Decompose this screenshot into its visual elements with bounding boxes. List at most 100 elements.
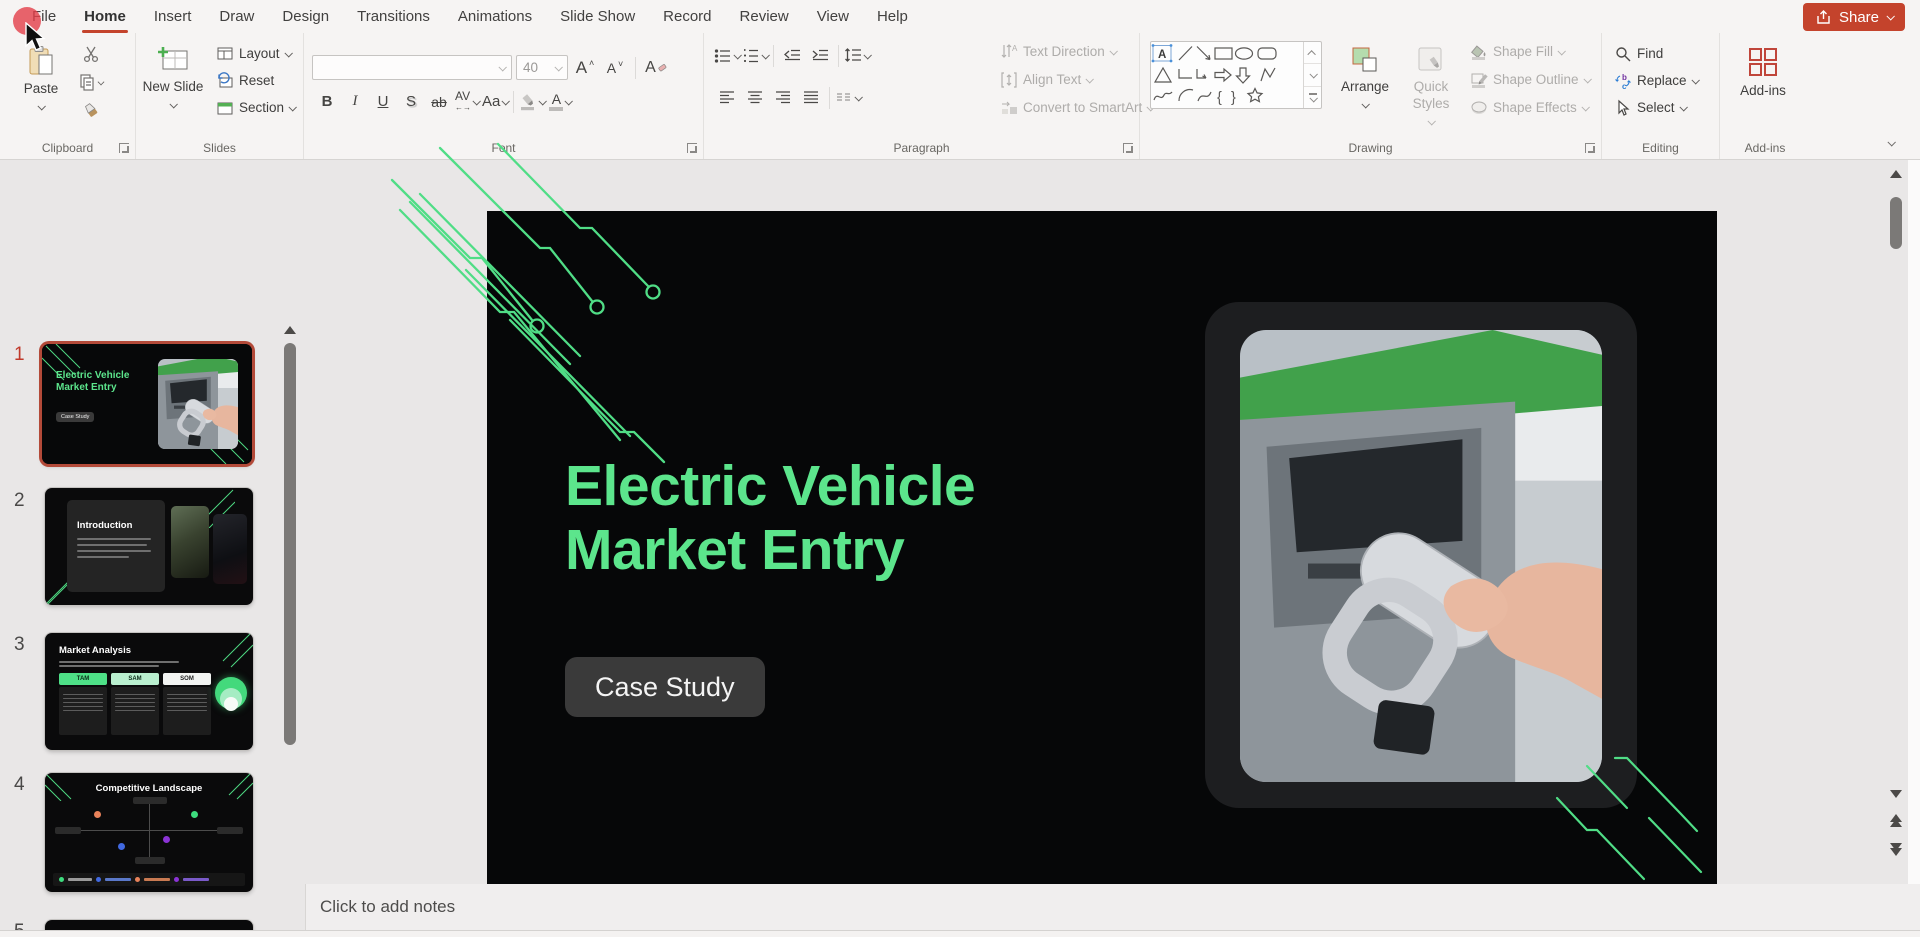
new-slide-dropdown-icon[interactable] <box>169 100 177 108</box>
line-spacing-button[interactable] <box>844 43 870 68</box>
thumbnail-scrollbar[interactable] <box>284 343 296 745</box>
tab-insert[interactable]: Insert <box>140 0 206 33</box>
align-right-button[interactable] <box>770 85 796 110</box>
align-text-button[interactable]: Align Text <box>996 67 1157 92</box>
bold-button[interactable]: B <box>314 89 340 114</box>
columns-button[interactable] <box>835 85 861 110</box>
cut-button[interactable] <box>78 41 104 66</box>
shape-fill-icon <box>1470 43 1488 61</box>
italic-button[interactable]: I <box>342 89 368 114</box>
drawing-dialog-launcher[interactable] <box>1585 143 1595 153</box>
bullets-button[interactable] <box>714 43 740 68</box>
shapes-scroll-up[interactable] <box>1304 42 1321 64</box>
character-spacing-button[interactable]: AV←→ <box>454 89 480 114</box>
notes-pane[interactable]: Click to add notes <box>305 884 1920 930</box>
slide-number-2: 2 <box>14 490 25 512</box>
case-study-badge[interactable]: Case Study <box>565 657 765 717</box>
font-name-combo[interactable] <box>312 55 512 80</box>
next-slide-button[interactable] <box>1890 843 1902 856</box>
arrange-button[interactable]: Arrange <box>1332 37 1398 141</box>
slide-thumbnail-2[interactable]: Introduction <box>45 488 253 605</box>
change-case-button[interactable]: Aa <box>482 89 508 114</box>
previous-slide-button[interactable] <box>1890 814 1902 827</box>
tab-help[interactable]: Help <box>863 0 922 33</box>
font-size-combo[interactable]: 40 <box>516 55 568 80</box>
increase-font-size-button[interactable]: A˄ <box>572 55 598 80</box>
svg-text:{: { <box>1217 90 1222 106</box>
replace-button[interactable]: bc Replace <box>1610 68 1702 93</box>
increase-indent-button[interactable] <box>807 43 833 68</box>
tab-design[interactable]: Design <box>268 0 343 33</box>
thumb3-title: Market Analysis <box>59 645 131 656</box>
reset-button[interactable]: Reset <box>212 68 278 93</box>
section-button[interactable]: Section <box>212 95 299 120</box>
clear-formatting-button[interactable]: A <box>643 55 669 80</box>
group-editing: Find bc Replace Select Editing <box>1602 33 1720 159</box>
decrease-indent-icon <box>783 47 801 65</box>
shapes-icons: A { } <box>1151 42 1303 108</box>
paste-dropdown-icon[interactable] <box>37 102 45 110</box>
shape-fill-button[interactable]: Shape Fill <box>1466 39 1594 64</box>
numbering-button[interactable] <box>742 43 768 68</box>
underline-button[interactable]: U <box>370 89 396 114</box>
canvas-scroll-up[interactable] <box>1890 170 1902 178</box>
copy-dropdown-icon[interactable] <box>98 78 105 85</box>
shape-gallery[interactable]: A { } <box>1150 41 1322 109</box>
tab-animations[interactable]: Animations <box>444 0 546 33</box>
highlight-color-button[interactable] <box>519 89 545 114</box>
ribbon-collapse-button[interactable] <box>1888 133 1894 151</box>
paragraph-dialog-launcher[interactable] <box>1123 143 1133 153</box>
tab-review[interactable]: Review <box>726 0 803 33</box>
select-button[interactable]: Select <box>1610 95 1690 120</box>
align-center-button[interactable] <box>742 85 768 110</box>
shape-outline-button[interactable]: Shape Outline <box>1466 67 1594 92</box>
tab-record[interactable]: Record <box>649 0 725 33</box>
slide-thumbnail-4[interactable]: Competitive Landscape <box>45 773 253 892</box>
tab-slide-show[interactable]: Slide Show <box>546 0 649 33</box>
tab-transitions[interactable]: Transitions <box>343 0 444 33</box>
competitor-dot-green <box>191 811 198 818</box>
layout-button[interactable]: Layout <box>212 41 295 66</box>
tab-view[interactable]: View <box>803 0 863 33</box>
paste-label: Paste <box>24 81 59 98</box>
align-left-button[interactable] <box>714 85 740 110</box>
copy-icon <box>78 73 96 91</box>
font-color-button[interactable]: A <box>547 89 573 114</box>
text-direction-label: Text Direction <box>1023 44 1105 59</box>
decrease-font-size-button[interactable]: A˅ <box>602 55 628 80</box>
tab-draw[interactable]: Draw <box>205 0 268 33</box>
thumbnail-scroll-up[interactable] <box>284 326 296 334</box>
strikethrough-button[interactable]: ab <box>426 89 452 114</box>
find-button[interactable]: Find <box>1610 41 1667 66</box>
justify-button[interactable] <box>798 85 824 110</box>
quick-styles-button[interactable]: Quick Styles <box>1402 37 1460 141</box>
text-direction-button[interactable]: A Text Direction <box>996 39 1157 64</box>
slide-image-card[interactable] <box>1205 302 1637 808</box>
tab-home[interactable]: Home <box>70 0 140 33</box>
shapes-scroll-down[interactable] <box>1304 64 1321 86</box>
slide-title-text[interactable]: Electric Vehicle Market Entry <box>565 455 1165 583</box>
text-shadow-button[interactable]: S <box>398 89 424 114</box>
new-slide-button[interactable]: New Slide <box>142 37 204 141</box>
canvas-scrollbar[interactable] <box>1890 197 1902 249</box>
shape-effects-button[interactable]: Shape Effects <box>1466 95 1594 120</box>
add-ins-icon <box>1746 45 1780 79</box>
quick-styles-icon <box>1416 45 1446 75</box>
convert-smartart-button[interactable]: Convert to SmartArt <box>996 95 1157 120</box>
thumb3-col-sam: SAM <box>111 673 159 685</box>
decrease-indent-button[interactable] <box>779 43 805 68</box>
copy-button[interactable] <box>78 69 104 94</box>
font-dialog-launcher[interactable] <box>687 143 697 153</box>
add-ins-button[interactable]: Add-ins <box>1734 37 1792 141</box>
shape-effects-icon <box>1470 99 1488 117</box>
canvas-scroll-down[interactable] <box>1890 790 1902 798</box>
share-button[interactable]: Share <box>1803 3 1905 31</box>
format-painter-button[interactable] <box>78 97 104 122</box>
slide-thumbnail-1[interactable]: Electric Vehicle Market Entry Case Study <box>42 344 252 464</box>
clipboard-group-label: Clipboard <box>0 141 135 155</box>
clipboard-dialog-launcher[interactable] <box>119 143 129 153</box>
add-ins-label: Add-ins <box>1740 83 1786 100</box>
slide-thumbnail-3[interactable]: Market Analysis TAM SAM SOM <box>45 633 253 750</box>
shapes-more-button[interactable] <box>1304 87 1321 108</box>
slide-canvas[interactable]: Electric Vehicle Market Entry Case Study <box>487 211 1717 884</box>
